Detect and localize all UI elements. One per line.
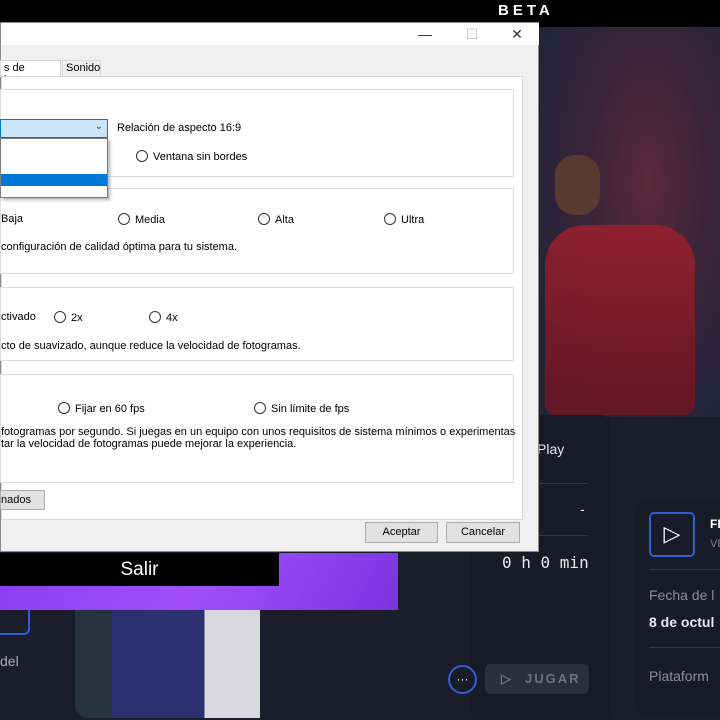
game-info-card: ▷ FI VE Fecha de l 8 de octul Plataform	[635, 500, 720, 715]
minimize-button[interactable]: —	[410, 23, 440, 45]
radio-icon	[258, 213, 270, 225]
release-label: Fecha de l	[649, 587, 715, 603]
play-label: Play	[537, 441, 565, 457]
dropdown-selected-item[interactable]	[1, 174, 107, 186]
divider	[649, 569, 720, 570]
accept-button[interactable]: Aceptar	[365, 522, 438, 543]
borderless-radio[interactable]: Ventana sin bordes	[136, 150, 247, 163]
game-collage-image	[75, 610, 260, 718]
radio-icon	[254, 402, 266, 414]
play-icon: ▷	[501, 671, 513, 686]
play-icon[interactable]: ▷	[649, 512, 695, 557]
aa-2x-radio[interactable]: 2x	[54, 311, 83, 324]
game-title: FI	[710, 517, 720, 531]
play-button-label: JUGAR	[525, 671, 581, 686]
platform-label: Plataform	[649, 668, 709, 684]
fps-60-radio[interactable]: Fijar en 60 fps	[58, 402, 145, 415]
quality-high-label: Alta	[275, 214, 294, 226]
radio-icon	[58, 402, 70, 414]
quality-group	[0, 188, 514, 274]
quality-ultra-radio[interactable]: Ultra	[384, 213, 424, 226]
fps-unlimited-label: Sin límite de fps	[271, 403, 350, 415]
more-options-button[interactable]: ···	[448, 665, 477, 694]
hero-player-head	[555, 155, 600, 215]
chevron-down-icon: ⌄	[94, 121, 103, 132]
fps-unlimited-radio[interactable]: Sin límite de fps	[254, 402, 349, 415]
borderless-label: Ventana sin bordes	[153, 151, 248, 163]
quality-description: configuración de calidad óptima para tu …	[1, 241, 238, 253]
radio-icon	[149, 311, 161, 323]
tab-sound[interactable]: Sonido	[62, 60, 101, 77]
quality-ultra-label: Ultra	[401, 214, 425, 226]
game-subtitle: VE	[710, 538, 720, 550]
quality-high-radio[interactable]: Alta	[258, 213, 294, 226]
maximize-button[interactable]: ☐	[457, 23, 487, 45]
aa-2x-label: 2x	[71, 312, 83, 324]
quality-low-radio[interactable]: Baja	[1, 213, 23, 225]
resolution-select[interactable]: ⌄	[0, 119, 108, 138]
aa-4x-radio[interactable]: 4x	[149, 311, 178, 324]
hero-player-body	[545, 225, 695, 415]
radio-icon	[54, 311, 66, 323]
title-bar: — ☐ ✕	[1, 23, 539, 45]
settings-dialog: — ☐ ✕ s de botones Sonido ⌄ Relación de …	[0, 22, 539, 552]
aspect-ratio-label: Relación de aspecto 16:9	[117, 122, 242, 134]
exit-button[interactable]: Salir	[0, 553, 279, 586]
quality-medium-label: Media	[135, 214, 165, 226]
advanced-button[interactable]: nados	[0, 490, 45, 510]
radio-icon	[384, 213, 396, 225]
aa-off-radio[interactable]: ctivado	[1, 311, 36, 323]
fps-description-line1: fotogramas por segundo. Si juegas en un …	[1, 426, 516, 438]
stat-value: -	[580, 501, 585, 517]
side-label: del	[0, 653, 19, 669]
cancel-button[interactable]: Cancelar	[446, 522, 520, 543]
quality-medium-radio[interactable]: Media	[118, 213, 165, 226]
play-button[interactable]: ▷ JUGAR	[485, 664, 589, 694]
play-time: 0 h 0 min	[502, 553, 589, 572]
radio-icon	[118, 213, 130, 225]
resolution-dropdown-list[interactable]	[0, 138, 108, 198]
divider	[649, 647, 720, 648]
close-button[interactable]: ✕	[502, 23, 532, 45]
radio-icon	[136, 150, 148, 162]
aa-4x-label: 4x	[166, 312, 178, 324]
beta-badge: BETA	[498, 2, 554, 19]
fps-description-line2: tar la velocidad de fotogramas puede mej…	[1, 438, 297, 450]
release-value: 8 de octul	[649, 614, 715, 630]
aa-description: cto de suavizado, aunque reduce la veloc…	[1, 340, 301, 352]
tab-buttons[interactable]: s de botones	[0, 60, 61, 86]
fps-60-label: Fijar en 60 fps	[75, 403, 145, 415]
